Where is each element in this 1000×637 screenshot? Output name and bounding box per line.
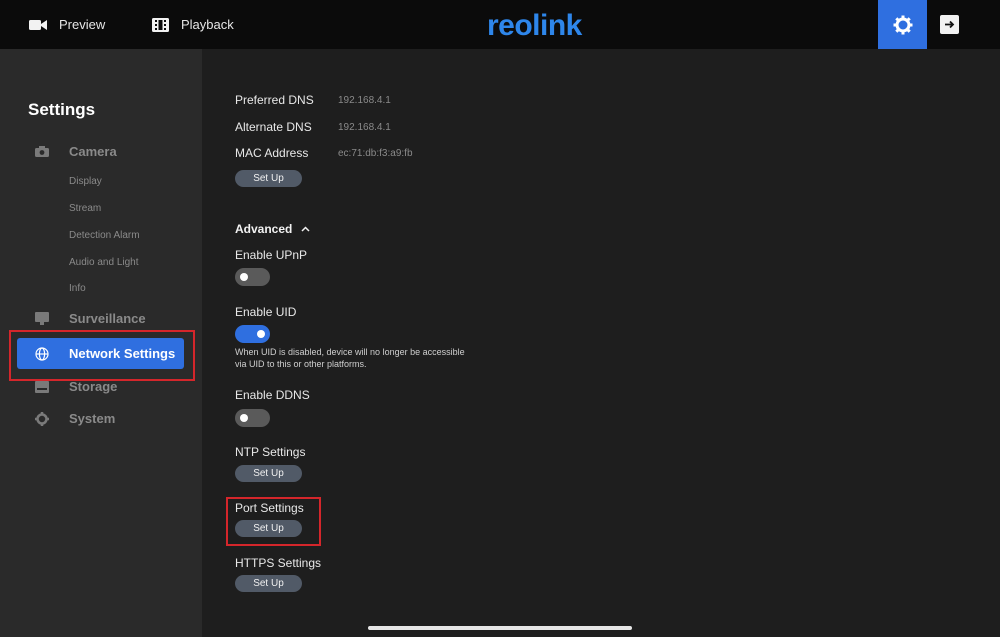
uid-toggle[interactable] xyxy=(235,325,270,343)
toggle-knob xyxy=(240,414,248,422)
sidebar-subitem-audio-and-light[interactable]: Audio and Light xyxy=(69,257,139,268)
upnp-label: Enable UPnP xyxy=(235,248,308,262)
toggle-knob xyxy=(257,330,265,338)
sidebar-item-system[interactable]: System xyxy=(35,411,115,426)
settings-button[interactable] xyxy=(878,0,927,49)
sidebar-item-label: Camera xyxy=(69,144,117,159)
preview-label: Preview xyxy=(59,17,106,32)
ntp-setup-button[interactable]: Set Up xyxy=(235,465,302,482)
sidebar-item-label: Storage xyxy=(69,379,118,394)
sidebar-item-label: System xyxy=(69,411,116,426)
ddns-toggle[interactable] xyxy=(235,409,270,427)
alternate-dns-value: 192.168.4.1 xyxy=(338,122,391,133)
ntp-settings-label: NTP Settings xyxy=(235,445,306,459)
advanced-section-toggle[interactable]: Advanced xyxy=(235,222,310,236)
sidebar: Settings Camera Display Stream Detection… xyxy=(0,49,202,637)
preview-tab[interactable]: Preview xyxy=(29,0,105,49)
playback-tab[interactable]: Playback xyxy=(152,0,234,49)
https-setup-button[interactable]: Set Up xyxy=(235,575,302,592)
mac-address-label: MAC Address xyxy=(235,146,309,160)
gear-icon xyxy=(35,411,49,426)
storage-icon xyxy=(35,380,49,394)
alternate-dns-label: Alternate DNS xyxy=(235,120,312,134)
network-settings-panel: Preferred DNS 192.168.4.1 Alternate DNS … xyxy=(202,49,1000,637)
preferred-dns-label: Preferred DNS xyxy=(235,93,314,107)
mac-address-value: ec:71:db:f3:a9:fb xyxy=(338,148,413,159)
preferred-dns-value: 192.168.4.1 xyxy=(338,95,391,106)
sidebar-item-storage[interactable]: Storage xyxy=(35,379,117,394)
sidebar-subitem-info[interactable]: Info xyxy=(69,283,86,294)
gear-icon xyxy=(893,15,912,34)
toggle-knob xyxy=(240,273,248,281)
playback-label: Playback xyxy=(181,17,234,32)
logout-button[interactable] xyxy=(940,15,959,34)
monitor-icon xyxy=(35,312,49,326)
network-setup-button[interactable]: Set Up xyxy=(235,170,302,187)
film-icon xyxy=(152,17,169,32)
video-camera-icon xyxy=(29,19,47,30)
https-settings-label: HTTPS Settings xyxy=(235,556,322,570)
sidebar-subitem-display[interactable]: Display xyxy=(69,176,102,187)
camera-icon xyxy=(35,145,49,159)
highlight-box-port-settings xyxy=(226,497,321,546)
exit-icon xyxy=(945,20,955,29)
sidebar-subitem-stream[interactable]: Stream xyxy=(69,203,101,214)
chevron-up-icon xyxy=(301,226,310,232)
upnp-toggle[interactable] xyxy=(235,268,270,286)
sidebar-item-label: Surveillance xyxy=(69,311,146,326)
reolink-logo: reolink xyxy=(487,9,582,42)
uid-note: When UID is disabled, device will no lon… xyxy=(235,347,465,369)
sidebar-title: Settings xyxy=(28,100,96,119)
home-indicator xyxy=(368,626,632,630)
sidebar-subitem-detection-alarm[interactable]: Detection Alarm xyxy=(69,230,140,241)
sidebar-item-camera[interactable]: Camera xyxy=(35,144,117,159)
advanced-label: Advanced xyxy=(235,222,293,236)
uid-label: Enable UID xyxy=(235,305,297,319)
ddns-label: Enable DDNS xyxy=(235,388,310,402)
top-bar: Preview Playback reolink xyxy=(0,0,1000,49)
sidebar-item-surveillance[interactable]: Surveillance xyxy=(35,311,146,326)
highlight-box-network-settings xyxy=(9,330,195,381)
